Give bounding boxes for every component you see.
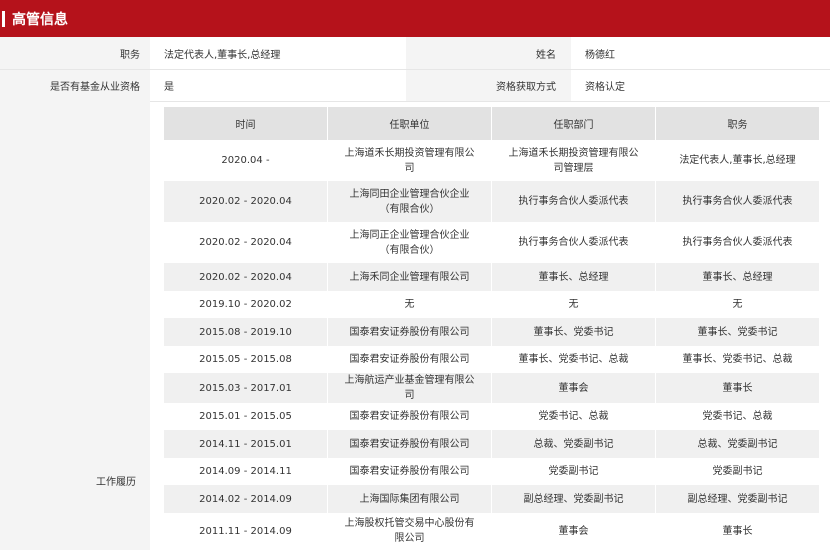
cell-company: 上海航运产业基金管理有限公司 [328,373,492,403]
cell-position: 董事长、总经理 [656,263,820,291]
cell-company: 上海道禾长期投资管理有限公司 [328,140,492,181]
cell-department: 党委副书记 [492,458,656,485]
cell-company: 国泰君安证券股份有限公司 [328,430,492,458]
cell-company: 国泰君安证券股份有限公司 [328,318,492,346]
section-title: 高管信息 [12,11,68,28]
cell-department: 董事长、党委书记 [492,318,656,346]
cell-company: 无 [328,291,492,318]
cell-position: 执行事务合伙人委派代表 [656,181,820,222]
table-row: 2014.02 - 2014.09 上海国际集团有限公司 副总经理、党委副书记 … [164,485,820,513]
table-row: 2015.05 - 2015.08 国泰君安证券股份有限公司 董事长、党委书记、… [164,346,820,373]
cell-time: 2020.02 - 2020.04 [164,181,328,222]
cell-department: 执行事务合伙人委派代表 [492,222,656,263]
name-value: 杨德红 [585,49,615,61]
table-row: 2015.01 - 2015.05 国泰君安证券股份有限公司 党委书记、总裁 党… [164,403,820,430]
cell-position: 无 [656,291,820,318]
section-header: 高管信息 [0,0,830,37]
cell-position: 总裁、党委副书记 [656,430,820,458]
table-row: 2020.02 - 2020.04 上海同正企业管理合伙企业（有限合伙） 执行事… [164,222,820,263]
table-row: 2015.08 - 2019.10 国泰君安证券股份有限公司 董事长、党委书记 … [164,318,820,346]
position-value: 法定代表人,董事长,总经理 [164,49,281,61]
cell-position: 董事长、党委书记、总裁 [656,346,820,373]
qualification-method-label: 资格获取方式 [406,70,571,101]
cell-company: 国泰君安证券股份有限公司 [328,346,492,373]
cell-time: 2020.04 - [164,140,328,181]
position-label: 职务 [0,37,150,69]
cell-time: 2014.11 - 2015.01 [164,430,328,458]
cell-department: 董事会 [492,373,656,403]
cell-position: 执行事务合伙人委派代表 [656,222,820,263]
fund-qualification-label: 是否有基金从业资格 [0,70,150,101]
table-row: 2019.10 - 2020.02 无 无 无 [164,291,820,318]
cell-department: 党委书记、总裁 [492,403,656,430]
cell-time: 2015.05 - 2015.08 [164,346,328,373]
column-header-position: 职务 [656,107,820,140]
cell-time: 2014.09 - 2014.11 [164,458,328,485]
cell-time: 2011.11 - 2014.09 [164,513,328,549]
cell-time: 2019.10 - 2020.02 [164,291,328,318]
header-accent-bar [2,10,5,27]
cell-company: 上海股权托管交易中心股份有限公司 [328,513,492,549]
fund-qualification-value: 是 [164,82,174,93]
cell-department: 总裁、党委副书记 [492,430,656,458]
cell-position: 副总经理、党委副书记 [656,485,820,513]
name-label: 姓名 [406,37,571,69]
cell-department: 副总经理、党委副书记 [492,485,656,513]
cell-department: 无 [492,291,656,318]
cell-position: 董事长、党委书记 [656,318,820,346]
table-header-row: 时间 任职单位 任职部门 职务 [164,107,820,140]
cell-company: 上海禾同企业管理有限公司 [328,263,492,291]
table-row: 2014.09 - 2014.11 国泰君安证券股份有限公司 党委副书记 党委副… [164,458,820,485]
cell-company: 上海同正企业管理合伙企业（有限合伙） [328,222,492,263]
cell-department: 董事长、党委书记、总裁 [492,346,656,373]
table-row: 2020.04 - 上海道禾长期投资管理有限公司 上海道禾长期投资管理有限公司管… [164,140,820,181]
cell-department: 董事长、总经理 [492,263,656,291]
cell-department: 上海道禾长期投资管理有限公司管理层 [492,140,656,181]
cell-company: 国泰君安证券股份有限公司 [328,458,492,485]
cell-position: 董事长 [656,513,820,549]
table-row: 2014.11 - 2015.01 国泰君安证券股份有限公司 总裁、党委副书记 … [164,430,820,458]
column-header-company: 任职单位 [328,107,492,140]
qualification-method-value: 资格认定 [585,82,625,93]
cell-time: 2015.03 - 2017.01 [164,373,328,403]
work-history-label: 工作履历 [96,477,136,488]
column-header-department: 任职部门 [492,107,656,140]
table-row: 2020.02 - 2020.04 上海同田企业管理合伙企业（有限合伙） 执行事… [164,181,820,222]
cell-time: 2015.08 - 2019.10 [164,318,328,346]
cell-department: 董事会 [492,513,656,549]
cell-position: 党委副书记 [656,458,820,485]
cell-company: 上海同田企业管理合伙企业（有限合伙） [328,181,492,222]
cell-position: 法定代表人,董事长,总经理 [656,140,820,181]
work-history-table: 时间 任职单位 任职部门 职务 2020.04 - 上海道禾长期投资管理有限公司… [164,107,820,549]
info-row-position: 职务 法定代表人,董事长,总经理 姓名 杨德红 [0,37,830,70]
cell-time: 2015.01 - 2015.05 [164,403,328,430]
work-history-label-cell: 工作履历 [0,101,150,550]
info-row-fund: 是否有基金从业资格 是 资格获取方式 资格认定 [0,70,830,102]
table-row: 2015.03 - 2017.01 上海航运产业基金管理有限公司 董事会 董事长 [164,373,820,403]
cell-company: 上海国际集团有限公司 [328,485,492,513]
cell-position: 党委书记、总裁 [656,403,820,430]
table-row: 2011.11 - 2014.09 上海股权托管交易中心股份有限公司 董事会 董… [164,513,820,549]
cell-time: 2020.02 - 2020.04 [164,263,328,291]
cell-time: 2014.02 - 2014.09 [164,485,328,513]
table-row: 2020.02 - 2020.04 上海禾同企业管理有限公司 董事长、总经理 董… [164,263,820,291]
cell-department: 执行事务合伙人委派代表 [492,181,656,222]
cell-position: 董事长 [656,373,820,403]
cell-time: 2020.02 - 2020.04 [164,222,328,263]
cell-company: 国泰君安证券股份有限公司 [328,403,492,430]
column-header-time: 时间 [164,107,328,140]
